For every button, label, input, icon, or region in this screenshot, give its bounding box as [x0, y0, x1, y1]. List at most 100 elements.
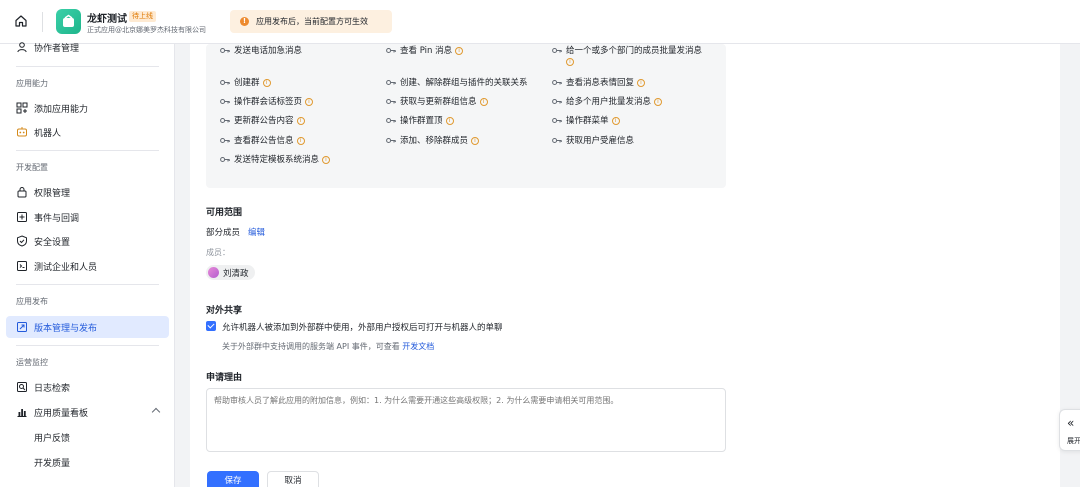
- section-title-publish: 应用发布: [16, 297, 48, 306]
- info-icon[interactable]: i: [322, 155, 331, 164]
- sidebar-item-log-search[interactable]: 日志检索: [6, 376, 169, 398]
- key-icon: [552, 80, 562, 85]
- share-hint-text: 关于外部群中支持调用的服务端 API 事件，可查看: [222, 342, 400, 351]
- permission-item: 发送特定模板系统消息 i: [220, 153, 331, 165]
- permission-label: 添加、移除群成员: [400, 136, 469, 146]
- sidebar-item-label: 日志检索: [34, 384, 71, 394]
- permission-label: 发送特定模板系统消息: [234, 155, 320, 165]
- dev-docs-link[interactable]: 开发文档: [402, 342, 434, 351]
- app-status-badge: 待上线: [129, 11, 156, 22]
- key-icon: [552, 138, 562, 143]
- event-icon: [17, 212, 27, 222]
- sidebar-item-user-feedback[interactable]: 用户反馈: [6, 426, 169, 448]
- section-title-app-capability: 应用能力: [16, 79, 48, 88]
- home-icon[interactable]: [14, 14, 28, 28]
- member-chip: 刘清政: [206, 265, 255, 280]
- key-icon: [386, 118, 396, 123]
- reason-textarea[interactable]: [206, 388, 726, 452]
- section-title-dev-config: 开发配置: [16, 163, 48, 172]
- app-subtitle: 正式应用@北京娜美罗杰科技有限公司: [87, 26, 206, 34]
- expand-panel-button[interactable]: « 展开: [1059, 409, 1080, 451]
- key-icon: [552, 99, 562, 104]
- publish-notice: ! 应用发布后，当前配置方可生效: [230, 10, 392, 33]
- main-content: 发送电话加急消息 创建群 i 操作群会话标签页 i 更新群公告内容 i 查看群公告信息 i 发送特…: [190, 44, 1060, 487]
- chevron-up-icon[interactable]: [151, 407, 161, 417]
- permission-item: 添加、移除群成员 i: [386, 134, 480, 146]
- grid-icon: [16, 102, 28, 114]
- sidebar-item-label: 用户反馈: [34, 434, 71, 444]
- permission-label: 给多个用户批量发消息: [566, 97, 652, 107]
- sidebar-item-test-enterprise[interactable]: 测试企业和人员: [6, 255, 169, 277]
- key-icon: [386, 48, 396, 53]
- sidebar-divider: [16, 284, 159, 285]
- chart-icon: [17, 409, 27, 417]
- warning-icon: !: [240, 17, 249, 26]
- save-button[interactable]: 保存: [207, 471, 259, 487]
- sidebar-item-label: 安全设置: [34, 238, 71, 248]
- cancel-button[interactable]: 取消: [267, 471, 319, 487]
- app-name: 龙虾测试: [87, 14, 127, 25]
- sidebar-item-label: 开发质量: [34, 459, 71, 469]
- permission-label: 查看消息表情回复: [566, 78, 635, 88]
- permission-item: 查看群公告信息 i: [220, 134, 305, 146]
- permission-item: 创建群 i: [220, 76, 271, 88]
- info-icon[interactable]: i: [611, 116, 620, 125]
- shield-icon: [17, 235, 27, 247]
- sidebar-item-label: 协作者管理: [34, 44, 80, 54]
- permission-item: 操作群会话标签页 i: [220, 95, 314, 107]
- info-icon[interactable]: i: [296, 116, 305, 125]
- permission-label: 创建群: [234, 78, 260, 88]
- permission-item: 创建、解除群组与插件的关联关系: [386, 76, 528, 88]
- members-label: 成员：: [206, 248, 230, 257]
- info-icon[interactable]: i: [479, 97, 488, 106]
- info-icon[interactable]: i: [637, 78, 646, 87]
- info-icon[interactable]: i: [296, 136, 305, 145]
- sidebar-item-security[interactable]: 安全设置: [6, 230, 169, 252]
- sidebar-item-version-management[interactable]: 版本管理与发布: [6, 316, 169, 338]
- info-icon[interactable]: i: [455, 46, 464, 55]
- sidebar-divider: [16, 66, 159, 67]
- permission-item: 给多个用户批量发消息 i: [552, 95, 663, 107]
- sidebar-item-quality-dashboard[interactable]: 应用质量看板: [6, 401, 169, 423]
- sidebar-item-label: 应用质量看板: [34, 409, 89, 419]
- section-title-monitoring: 运营监控: [16, 358, 48, 367]
- key-icon: [552, 118, 562, 123]
- person-icon: [17, 42, 27, 53]
- checkbox-label: 允许机器人被添加到外部群中使用，外部用户授权后可打开与机器人的单聊: [222, 323, 503, 333]
- sidebar-item-label: 测试企业和人员: [34, 263, 98, 273]
- info-icon[interactable]: i: [262, 78, 271, 87]
- key-icon: [386, 138, 396, 143]
- share-title: 对外共享: [206, 306, 243, 316]
- permission-label: 创建、解除群组与插件的关联关系: [400, 78, 528, 88]
- version-icon: [17, 322, 27, 332]
- avatar: [208, 267, 219, 278]
- sidebar-item-dev-quality[interactable]: 开发质量: [6, 451, 169, 473]
- key-icon: [220, 157, 230, 162]
- scope-edit-link[interactable]: 编辑: [248, 226, 265, 238]
- permission-item: 获取用户受雇信息: [552, 134, 634, 146]
- sidebar-item-label: 版本管理与发布: [34, 324, 98, 334]
- info-icon[interactable]: i: [445, 116, 454, 125]
- info-icon[interactable]: i: [654, 97, 663, 106]
- permission-item: 更新群公告内容 i: [220, 114, 305, 126]
- key-icon: [386, 80, 396, 85]
- permission-item: 查看 Pin 消息 i: [386, 44, 464, 56]
- permission-item: 给一个或多个部门的成员批量发消息 i: [552, 44, 702, 67]
- sidebar-item-permissions[interactable]: 权限管理: [6, 181, 169, 203]
- key-icon: [220, 118, 230, 123]
- test-icon: [17, 261, 27, 271]
- permission-label: 操作群会话标签页: [234, 97, 303, 107]
- key-icon: [220, 48, 230, 53]
- sidebar-item-add-capability[interactable]: 添加应用能力: [6, 97, 169, 119]
- scope-title: 可用范围: [206, 208, 243, 218]
- info-icon[interactable]: i: [566, 58, 574, 66]
- member-name: 刘清政: [223, 268, 249, 279]
- sidebar-item-robot[interactable]: 机器人: [6, 121, 169, 143]
- allow-external-checkbox[interactable]: [206, 321, 216, 331]
- info-icon[interactable]: i: [305, 97, 314, 106]
- sidebar-item-collaborators[interactable]: 协作者管理: [6, 36, 169, 58]
- sidebar-divider: [16, 150, 159, 151]
- lock-icon: [17, 187, 27, 198]
- sidebar-item-events[interactable]: 事件与回调: [6, 206, 169, 228]
- info-icon[interactable]: i: [471, 136, 480, 145]
